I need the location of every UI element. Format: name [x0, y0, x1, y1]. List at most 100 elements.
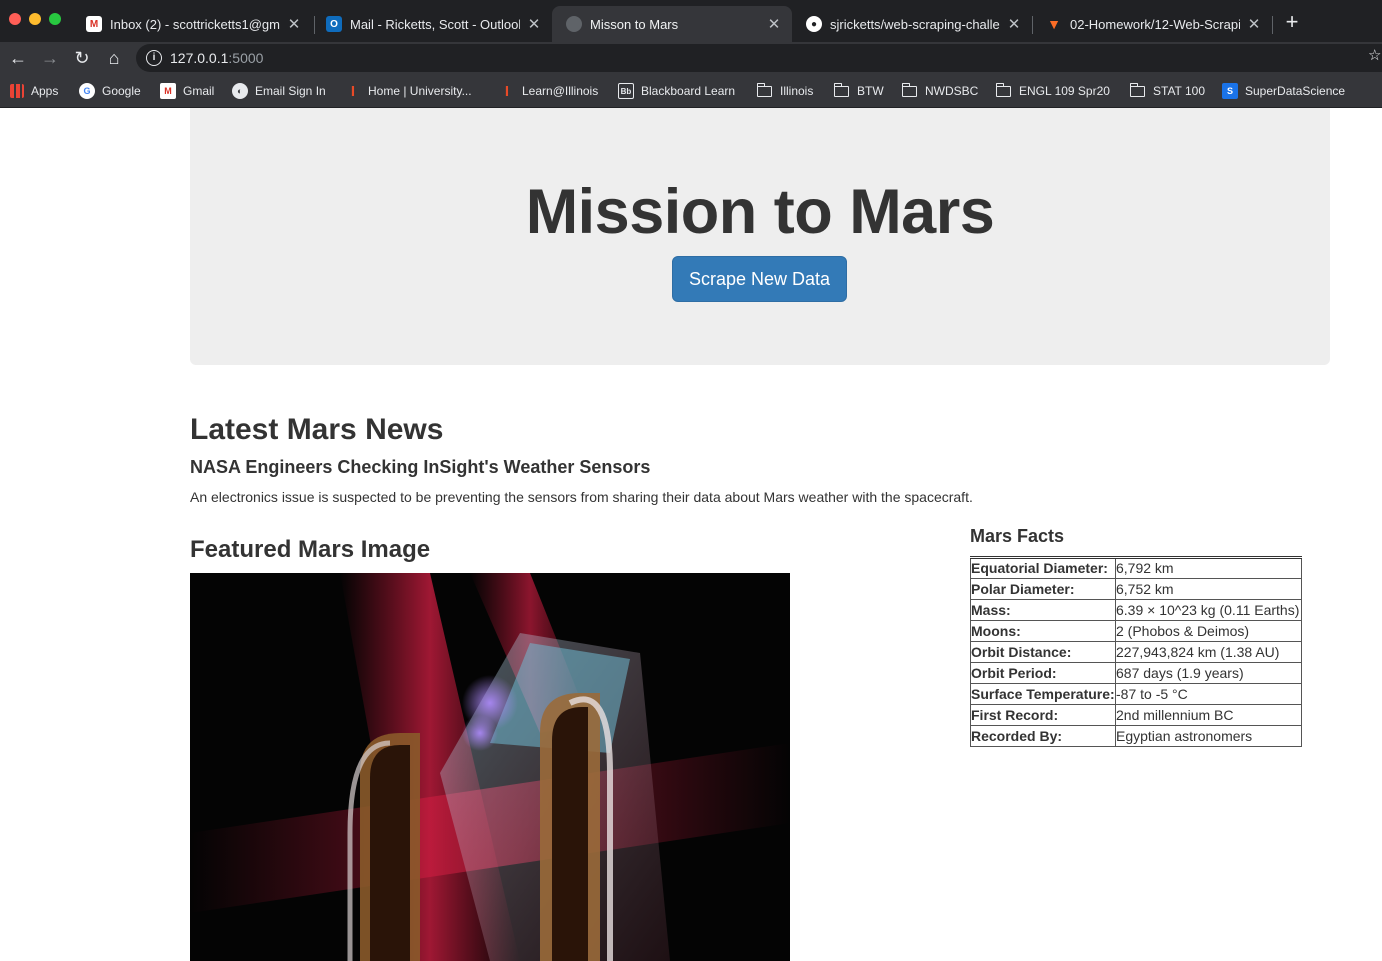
gitlab-icon: ▼: [1047, 16, 1061, 32]
fact-label: Equatorial Diameter:: [970, 557, 1116, 579]
tab-title: Inbox (2) - scottricketts1@gmail.com: [110, 16, 280, 32]
bookmark-folder-illinois[interactable]: Illinois: [756, 82, 814, 100]
bookmark-folder-engl[interactable]: ENGL 109 Spr20: [995, 82, 1110, 100]
bookmark-learn-illinois[interactable]: I Learn@Illinois: [499, 82, 598, 100]
tab-gmail[interactable]: M Inbox (2) - scottricketts1@gmail.com ✕: [72, 6, 312, 42]
close-tab-icon[interactable]: ✕: [1246, 15, 1262, 33]
tab-mission-to-mars[interactable]: Misson to Mars ✕: [552, 6, 792, 42]
table-row: Recorded By: Egyptian astronomers: [970, 725, 1302, 747]
featured-mars-image: [190, 573, 790, 961]
featured-image-heading: Featured Mars Image: [190, 536, 431, 563]
address-url[interactable]: 127.0.0.1:5000: [170, 50, 263, 66]
bookmark-folder-stat[interactable]: STAT 100: [1129, 82, 1206, 100]
fact-label: Orbit Distance:: [970, 641, 1116, 663]
folder-icon: [901, 82, 917, 97]
page-content: Mission to Mars Scrape New Data Latest M…: [0, 108, 1382, 961]
gmail-icon: M: [160, 83, 176, 99]
table-row: Mass: 6.39 × 10^23 kg (0.11 Earths): [970, 599, 1302, 621]
bookmark-label: Illinois: [780, 84, 814, 98]
home-icon[interactable]: ⌂: [102, 46, 126, 70]
fact-value: 227,943,824 km (1.38 AU): [1115, 641, 1302, 663]
address-port: :5000: [228, 50, 264, 66]
tab-github[interactable]: ● sjricketts/web-scraping-challenge ✕: [792, 6, 1032, 42]
tab-outlook[interactable]: O Mail - Ricketts, Scott - Outlook ✕: [312, 6, 552, 42]
github-icon: ●: [806, 16, 822, 32]
bookmark-label: BTW: [857, 84, 884, 98]
browser-toolbar: ← → ↻ ⌂ i 127.0.0.1:5000: [0, 42, 1382, 74]
news-title: NASA Engineers Checking InSight's Weathe…: [190, 457, 651, 477]
table-row: Orbit Period: 687 days (1.9 years): [970, 662, 1302, 684]
address-host: 127.0.0.1: [170, 50, 229, 66]
bookmark-email-sign-in[interactable]: ◐ Email Sign In: [232, 82, 326, 100]
fact-label: Mass:: [970, 599, 1116, 621]
fact-label: Polar Diameter:: [970, 578, 1116, 600]
page-title: Mission to Mars: [525, 177, 995, 247]
close-tab-icon[interactable]: ✕: [1006, 15, 1022, 33]
tab-title: 02-Homework/12-Web-Scraping: [1070, 16, 1240, 32]
bookmark-label: Google: [102, 84, 141, 98]
bookmark-label: NWDSBC: [925, 84, 979, 98]
fact-value: 6,792 km: [1115, 557, 1302, 579]
fact-label: Orbit Period:: [970, 662, 1116, 684]
bookmark-label: ENGL 109 Spr20: [1019, 84, 1110, 98]
featured-image-artwork: [190, 573, 790, 961]
illinois-icon: I: [350, 82, 356, 100]
tab-separator: [1272, 16, 1273, 34]
fact-label: First Record:: [970, 704, 1116, 726]
table-row: Equatorial Diameter: 6,792 km: [970, 557, 1302, 579]
fact-value: 2 (Phobos & Deimos): [1115, 620, 1302, 642]
reload-icon[interactable]: ↻: [70, 46, 94, 70]
close-tab-icon[interactable]: ✕: [526, 15, 542, 33]
bookmark-label: Email Sign In: [255, 84, 326, 98]
bookmark-google[interactable]: G Google: [79, 82, 141, 100]
bookmark-label: Blackboard Learn: [641, 84, 736, 98]
bookmark-gmail[interactable]: M Gmail: [160, 82, 214, 100]
outlook-icon: O: [326, 16, 342, 32]
globe-icon: ◐: [232, 83, 248, 99]
bookmark-label: Apps: [31, 84, 59, 98]
folder-icon: [833, 82, 849, 97]
scrape-new-data-button[interactable]: Scrape New Data: [672, 256, 847, 302]
table-row: Moons: 2 (Phobos & Deimos): [970, 620, 1302, 642]
new-tab-button[interactable]: +: [1279, 9, 1305, 35]
mars-facts-heading: Mars Facts: [970, 526, 1065, 546]
blackboard-icon: Bb: [618, 83, 634, 99]
bookmark-apps[interactable]: Apps: [10, 82, 58, 100]
bookmark-home-university[interactable]: I Home | University...: [345, 82, 472, 100]
google-icon: G: [79, 83, 95, 99]
tab-title: sjricketts/web-scraping-challenge: [830, 16, 1000, 32]
fact-value: 6.39 × 10^23 kg (0.11 Earths): [1115, 599, 1302, 621]
tab-gitlab[interactable]: ▼ 02-Homework/12-Web-Scraping ✕: [1032, 6, 1272, 42]
address-bar[interactable]: i 127.0.0.1:5000: [136, 44, 1382, 72]
fact-value: -87 to -5 °C: [1115, 683, 1302, 705]
bookmark-star-icon[interactable]: ☆: [1368, 46, 1381, 64]
illinois-icon: I: [504, 82, 510, 100]
gmail-icon: M: [86, 16, 102, 32]
table-row: Orbit Distance: 227,943,824 km (1.38 AU): [970, 641, 1302, 663]
table-row: Surface Temperature: -87 to -5 °C: [970, 683, 1302, 705]
news-paragraph: An electronics issue is suspected to be …: [190, 489, 973, 505]
news-heading: Latest Mars News: [190, 413, 444, 446]
fact-value: Egyptian astronomers: [1115, 725, 1302, 747]
maximize-window-button[interactable]: [49, 13, 61, 25]
bookmark-superdatascience[interactable]: S SuperDataScience: [1222, 82, 1345, 100]
forward-arrow-icon[interactable]: →: [38, 46, 62, 70]
bookmark-folder-btw[interactable]: BTW: [833, 82, 884, 100]
bookmark-label: STAT 100: [1153, 84, 1206, 98]
superdatascience-icon: S: [1222, 83, 1238, 99]
fact-label: Surface Temperature:: [970, 683, 1116, 705]
tab-strip: M Inbox (2) - scottricketts1@gmail.com ✕…: [0, 0, 1382, 42]
table-row: Polar Diameter: 6,752 km: [970, 578, 1302, 600]
info-icon[interactable]: i: [146, 50, 162, 66]
close-tab-icon[interactable]: ✕: [286, 15, 302, 33]
bookmark-blackboard[interactable]: Bb Blackboard Learn: [618, 82, 735, 100]
bookmarks-bar: Apps G Google M Gmail ◐ Email Sign In I …: [0, 74, 1382, 108]
close-tab-icon[interactable]: ✕: [766, 15, 782, 33]
close-window-button[interactable]: [9, 13, 21, 25]
minimize-window-button[interactable]: [29, 13, 41, 25]
bookmark-folder-nwdsbc[interactable]: NWDSBC: [901, 82, 979, 100]
back-arrow-icon[interactable]: ←: [6, 46, 30, 70]
folder-icon: [1129, 82, 1145, 97]
fact-label: Moons:: [970, 620, 1116, 642]
globe-icon: [566, 16, 582, 32]
